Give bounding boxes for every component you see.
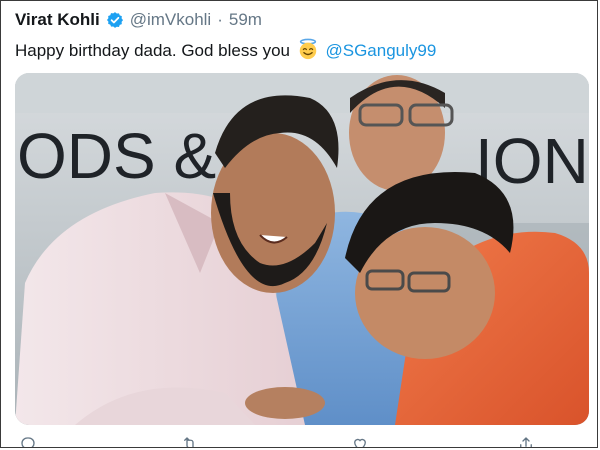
verified-badge-icon: [106, 12, 123, 28]
photo-illustration: ODS & ION: [15, 73, 589, 425]
mention-link[interactable]: @SGanguly99: [325, 41, 436, 60]
tweet-body: Happy birthday dada. God bless you: [15, 41, 291, 60]
heart-icon: [354, 438, 366, 447]
tweet-text: Happy birthday dada. God bless you @SGan…: [15, 38, 436, 62]
like-action[interactable]: [351, 435, 379, 447]
retweet-icon: [184, 437, 194, 447]
tweet-timestamp[interactable]: 59m: [229, 9, 262, 31]
tweet-photo[interactable]: ODS & ION: [15, 73, 589, 425]
share-icon: [520, 437, 532, 447]
share-action[interactable]: [517, 435, 535, 447]
retweet-action[interactable]: [181, 435, 209, 447]
author-name[interactable]: Virat Kohli: [15, 9, 100, 31]
tweet-header: Virat Kohli @imVkohli · 59m: [15, 9, 262, 31]
backdrop-text-left: ODS &: [17, 120, 216, 192]
smiling-face-with-halo-icon: [299, 38, 316, 60]
author-handle[interactable]: @imVkohli: [130, 9, 212, 31]
reply-icon: [21, 437, 35, 447]
tweet-actions: [1, 435, 597, 447]
header-separator: ·: [217, 10, 223, 29]
reply-action[interactable]: [19, 435, 47, 447]
tweet-card: Virat Kohli @imVkohli · 59m Happy birthd…: [0, 0, 598, 448]
